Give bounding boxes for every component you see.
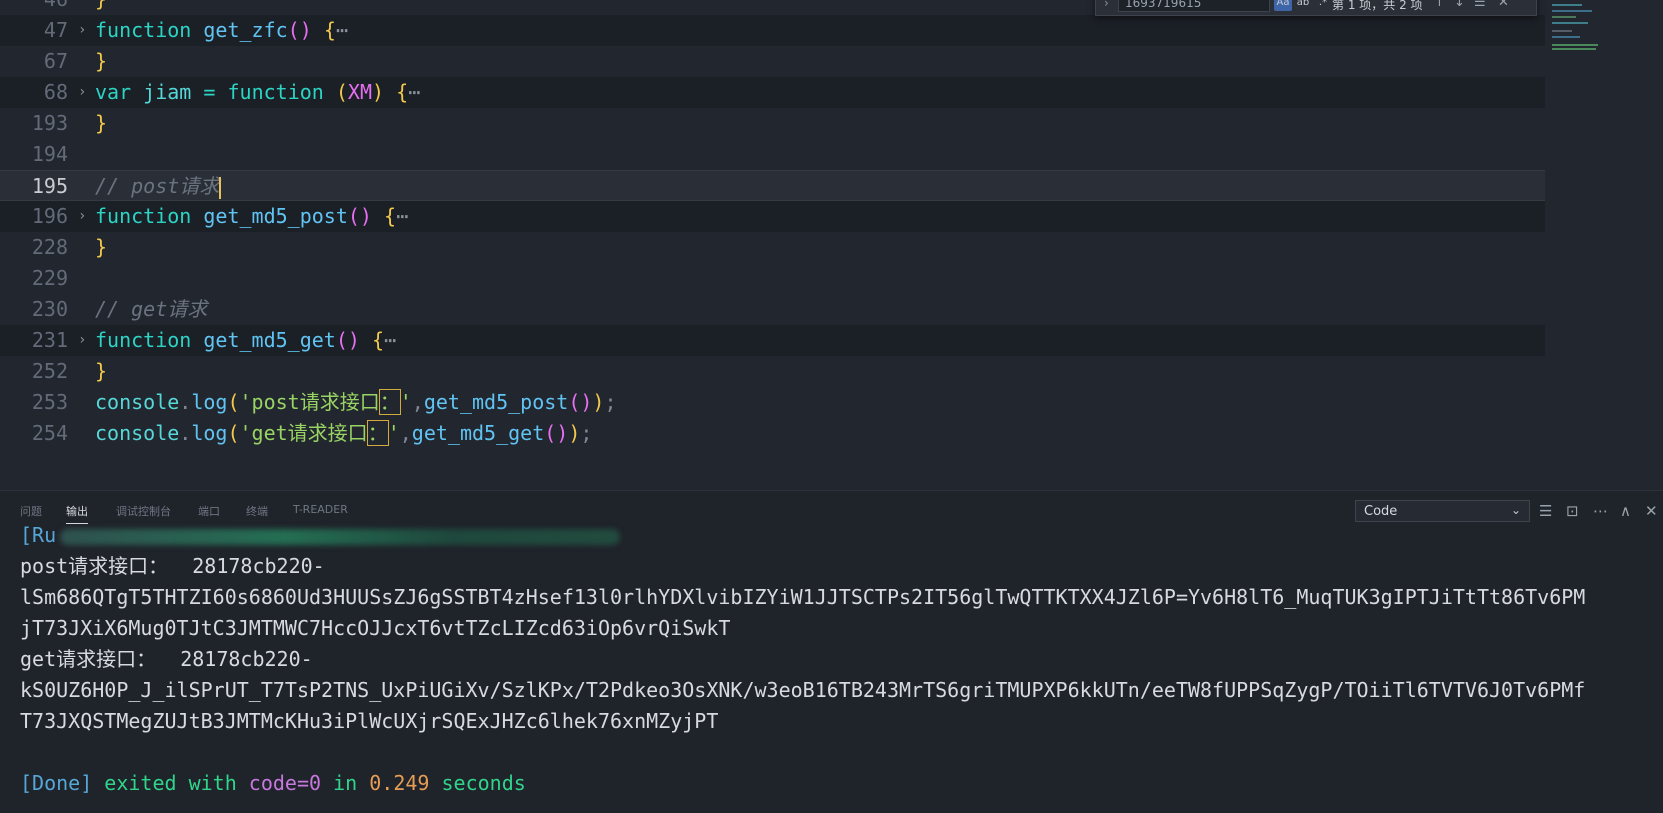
line-number: 252 — [31, 359, 68, 383]
output-panel: 问题 输出 调试控制台 端口 终端 T-READER Code ⌄ ☰ ⊡ ⋯ … — [0, 490, 1663, 813]
code-text: } — [95, 49, 108, 73]
output-line: post请求接口： 28178cb220- — [20, 554, 325, 578]
code-line[interactable]: 253 console.log('post请求接口：',get_md5_post… — [0, 387, 1545, 418]
line-number: 68 — [43, 80, 68, 104]
code-text: console.log('get请求接口：',get_md5_get()); — [95, 420, 593, 446]
output-line: get请求接口： 28178cb220- — [20, 647, 313, 671]
minimap[interactable] — [1548, 0, 1663, 60]
tab-ports[interactable]: 端口 — [198, 503, 220, 519]
toggle-replace-chevron-icon[interactable]: › — [1104, 0, 1109, 10]
code-line-folded[interactable]: 196 › function get_md5_post() {⋯ — [0, 201, 1545, 232]
line-number: 231 — [31, 328, 68, 352]
search-match-highlight: ： — [378, 389, 401, 415]
next-match-arrow-icon[interactable]: ↓ — [1454, 0, 1465, 10]
output-channel-select[interactable]: Code ⌄ — [1355, 500, 1530, 522]
line-number: 254 — [31, 421, 68, 445]
match-case-toggle[interactable]: Aa — [1274, 0, 1292, 11]
tab-debug-console[interactable]: 调试控制台 — [116, 503, 171, 519]
text-cursor — [219, 176, 222, 199]
code-line[interactable]: 193 } — [0, 108, 1545, 139]
folded-ellipsis: ⋯ — [335, 18, 348, 42]
code-line[interactable]: 194 — [0, 139, 1545, 170]
tab-t-reader[interactable]: T-READER — [293, 503, 348, 516]
regex-toggle[interactable]: .* — [1314, 0, 1332, 11]
code-line[interactable]: 230 // get请求 — [0, 294, 1545, 325]
output-line: T73JXQSTMegZUJtB3JMTMcKHu3iPlWcUXjrSQExJ… — [20, 709, 719, 733]
whole-word-toggle[interactable]: ab — [1294, 0, 1312, 11]
lock-scroll-icon[interactable]: ⊡ — [1566, 502, 1579, 520]
line-number: 67 — [43, 49, 68, 73]
code-text: } — [95, 235, 108, 259]
maximize-panel-icon[interactable]: ∧ — [1620, 502, 1631, 520]
tab-problems[interactable]: 问题 — [20, 503, 42, 519]
line-number: 46 — [0, 0, 68, 15]
find-input[interactable]: 1693719615 — [1118, 0, 1270, 12]
line-number: 196 — [31, 204, 68, 228]
line-number: 229 — [31, 266, 68, 290]
fold-chevron-icon[interactable]: › — [78, 201, 86, 232]
output-line: jT73JXiX6Mug0TJtC3JMTMWC7HccOJJcxT6vtTZc… — [20, 616, 731, 640]
code-line[interactable]: 252 } — [0, 356, 1545, 387]
code-comment: // get请求 — [95, 297, 208, 321]
close-panel-icon[interactable]: ✕ — [1645, 502, 1658, 520]
code-text: console.log('post请求接口：',get_md5_post()); — [95, 389, 617, 415]
output-running-line: [Ru — [20, 520, 621, 551]
fold-chevron-icon[interactable]: › — [78, 15, 86, 46]
code-text: } — [95, 359, 108, 383]
code-line[interactable]: 67 } — [0, 46, 1545, 77]
output-line: lSm686QTgT5THTZI60s6860Ud3HUUSsZJ6gSSTBT… — [20, 585, 1586, 609]
close-find-icon[interactable]: ✕ — [1498, 0, 1509, 10]
find-in-selection-icon[interactable]: ☰ — [1474, 0, 1486, 10]
code-text: } — [95, 0, 107, 15]
more-actions-icon[interactable]: ⋯ — [1593, 502, 1608, 520]
output-line: kS0UZ6H0P_J_ilSPrUT_T7TsP2TNS_UxPiUGiXv/… — [20, 678, 1586, 702]
output-done-line: [Done] exited with code=0 in 0.249 secon… — [20, 771, 526, 795]
clear-output-icon[interactable]: ☰ — [1539, 502, 1552, 520]
search-match-highlight: ： — [366, 420, 389, 446]
code-line-folded[interactable]: 47 › function get_zfc() {⋯ — [0, 15, 1545, 46]
line-number: 195 — [31, 174, 68, 198]
code-text: var jiam = function (XM) {⋯ — [95, 80, 421, 104]
fold-chevron-icon[interactable]: › — [78, 77, 86, 108]
line-number: 194 — [31, 142, 68, 166]
code-text: function get_md5_get() {⋯ — [95, 328, 397, 352]
fold-chevron-icon[interactable]: › — [78, 325, 86, 356]
code-line[interactable]: 228 } — [0, 232, 1545, 263]
redacted-blur — [60, 528, 621, 545]
code-text: } — [95, 111, 108, 135]
line-number: 230 — [31, 297, 68, 321]
find-result-count: 第 1 项，共 2 项 — [1332, 0, 1423, 12]
code-line-folded[interactable]: 231 › function get_md5_get() {⋯ — [0, 325, 1545, 356]
line-number: 193 — [31, 111, 68, 135]
code-text: function get_md5_post() {⋯ — [95, 204, 409, 228]
find-widget: › 1693719615 Aa ab .* 第 1 项，共 2 项 ↑ ↓ ☰ … — [1095, 0, 1537, 16]
chevron-down-icon: ⌄ — [1510, 503, 1521, 517]
code-text: // post请求 — [95, 174, 222, 199]
line-number: 253 — [31, 390, 68, 414]
code-line-folded[interactable]: 68 › var jiam = function (XM) {⋯ — [0, 77, 1545, 108]
code-editor[interactable]: 46 } 47 › function get_zfc() {⋯ 67 } 68 … — [0, 0, 1663, 490]
code-text: function get_zfc() {⋯ — [95, 18, 348, 42]
previous-match-arrow-icon[interactable]: ↑ — [1434, 0, 1445, 10]
tab-terminal[interactable]: 终端 — [246, 503, 268, 519]
code-line-current[interactable]: 195 // post请求 — [0, 170, 1545, 201]
line-number: 228 — [31, 235, 68, 259]
code-line[interactable]: 254 console.log('get请求接口：',get_md5_get()… — [0, 418, 1545, 449]
code-line[interactable]: 229 — [0, 263, 1545, 294]
line-number: 47 — [43, 18, 68, 42]
